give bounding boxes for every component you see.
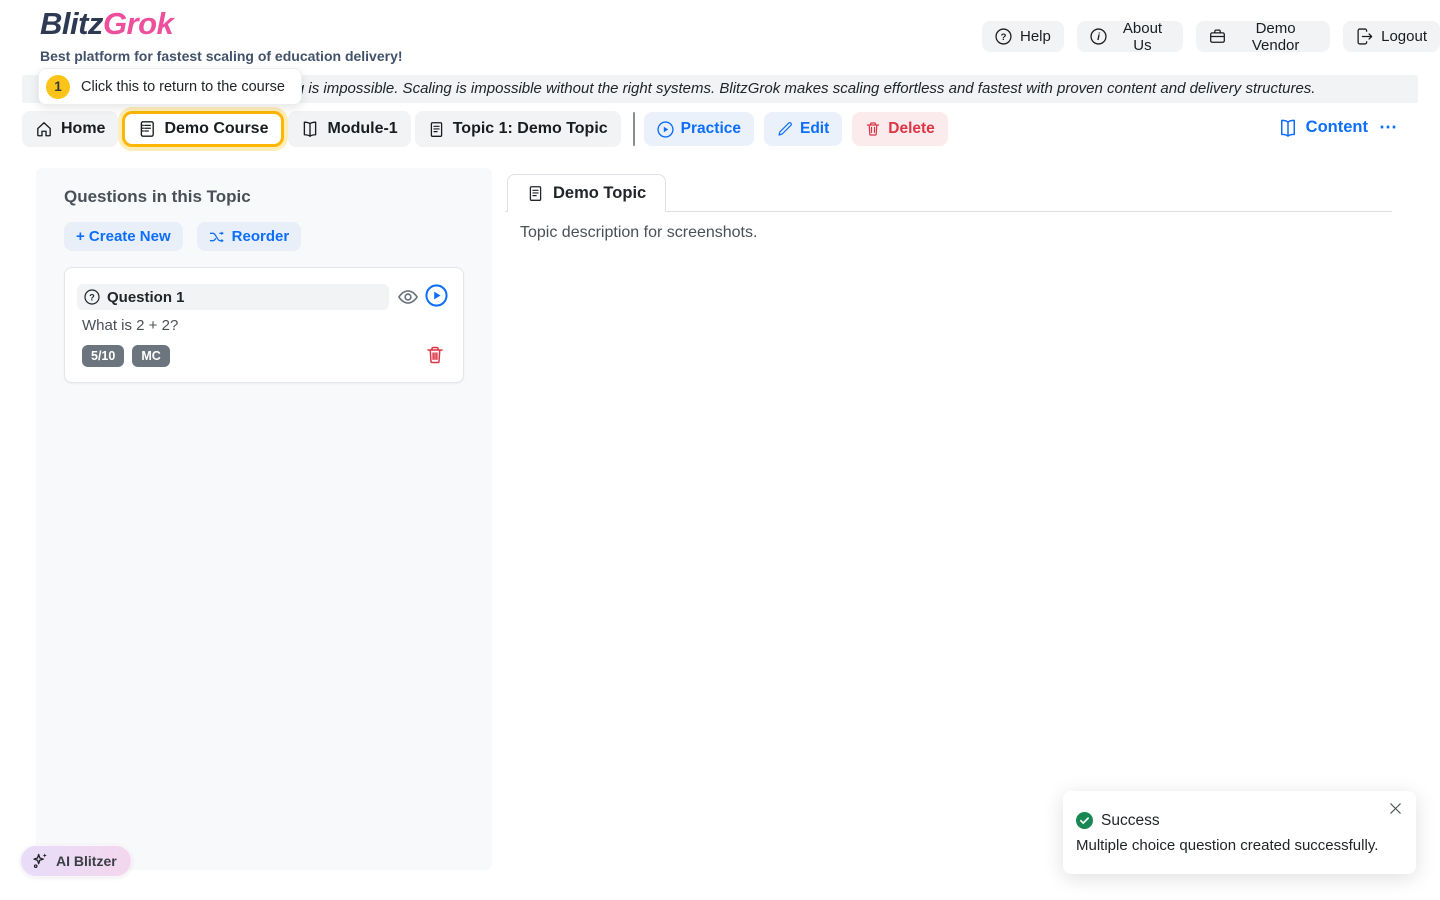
toast-title: Success: [1101, 812, 1160, 830]
brand-logo: BlitzGrok: [40, 6, 173, 42]
breadcrumb-home[interactable]: Home: [22, 111, 118, 147]
brand-tagline: Best platform for fastest scaling of edu…: [40, 48, 403, 64]
tab-demo-topic[interactable]: Demo Topic: [507, 174, 666, 212]
reorder-button[interactable]: Reorder: [197, 222, 302, 251]
questions-panel: Questions in this Topic + Create New Reo…: [36, 168, 492, 870]
onboarding-tooltip: 1 Click this to return to the course: [38, 68, 302, 105]
delete-question-button[interactable]: [425, 345, 445, 368]
file-text-icon: [428, 121, 445, 138]
question-circle-icon: ?: [84, 289, 100, 305]
reorder-label: Reorder: [232, 228, 290, 245]
breadcrumb-course-label: Demo Course: [164, 120, 268, 138]
questions-panel-actions: + Create New Reorder: [64, 222, 301, 251]
topic-description: Topic description for screenshots.: [520, 224, 757, 242]
check-circle-icon: [1076, 812, 1093, 829]
pencil-icon: [777, 121, 793, 137]
preview-question-button[interactable]: [397, 286, 419, 311]
edit-label: Edit: [800, 120, 829, 138]
ai-blitzer-label: AI Blitzer: [56, 853, 117, 869]
content-label: Content: [1306, 118, 1368, 137]
top-navigation: ? Help i About Us Demo Vendor Logout: [982, 21, 1440, 52]
logout-label: Logout: [1381, 28, 1427, 45]
home-icon: [35, 120, 53, 138]
question-points-badge: 5/10: [82, 345, 124, 367]
help-label: Help: [1020, 28, 1051, 45]
journal-icon: [138, 120, 156, 138]
create-new-button[interactable]: + Create New: [64, 222, 183, 251]
play-circle-icon: [425, 284, 448, 307]
practice-label: Practice: [681, 120, 741, 138]
question-circle-icon: ?: [995, 28, 1012, 45]
shuffle-icon: [209, 229, 225, 245]
toast-message: Multiple choice question created success…: [1076, 837, 1378, 854]
about-us-label: About Us: [1115, 20, 1170, 54]
breadcrumb-topic[interactable]: Topic 1: Demo Topic: [415, 111, 621, 147]
trash-icon: [865, 121, 881, 137]
about-us-button[interactable]: i About Us: [1077, 21, 1183, 52]
ai-blitzer-button[interactable]: AI Blitzer: [20, 845, 132, 877]
demo-vendor-button[interactable]: Demo Vendor: [1196, 21, 1330, 52]
trash-icon: [425, 345, 445, 365]
question-title: Question 1: [107, 289, 185, 306]
delete-button[interactable]: Delete: [852, 112, 948, 146]
book-open-icon: [1278, 118, 1298, 138]
play-question-button[interactable]: [425, 284, 448, 310]
questions-panel-title: Questions in this Topic: [64, 187, 251, 207]
practice-button[interactable]: Practice: [644, 112, 754, 146]
breadcrumb: Home Demo Course Module-1 Topic 1: Demo …: [22, 111, 958, 147]
toolbar-divider: [633, 112, 635, 146]
content-menu-button[interactable]: Content ⋯: [1278, 117, 1398, 138]
success-toast: Success Multiple choice question created…: [1063, 791, 1416, 874]
demo-vendor-label: Demo Vendor: [1234, 20, 1317, 54]
breadcrumb-topic-label: Topic 1: Demo Topic: [453, 120, 608, 138]
question-badges: 5/10 MC: [82, 345, 170, 367]
more-options-icon[interactable]: ⋯: [1379, 117, 1398, 138]
tab-demo-topic-label: Demo Topic: [553, 184, 646, 203]
brand-logo-secondary: Grok: [103, 6, 173, 41]
breadcrumb-course[interactable]: Demo Course: [122, 111, 284, 147]
tooltip-text: Click this to return to the course: [81, 79, 285, 95]
breadcrumb-module-label: Module-1: [327, 120, 397, 138]
eye-icon: [397, 286, 419, 308]
tooltip-step-badge: 1: [46, 75, 70, 99]
close-icon: [1388, 801, 1403, 816]
play-circle-icon: [657, 121, 674, 138]
question-card[interactable]: ? Question 1 What is 2 + 2? 5/10 MC: [64, 267, 464, 383]
brand-logo-primary: Blitz: [40, 6, 103, 41]
question-type-badge: MC: [132, 345, 169, 367]
toast-close-button[interactable]: [1388, 801, 1403, 819]
edit-button[interactable]: Edit: [764, 112, 842, 146]
breadcrumb-home-label: Home: [61, 120, 105, 138]
sparkles-icon: [31, 852, 49, 870]
create-new-label: + Create New: [76, 228, 171, 245]
logout-button[interactable]: Logout: [1343, 21, 1440, 52]
book-icon: [301, 120, 319, 138]
breadcrumb-module[interactable]: Module-1: [288, 111, 410, 147]
file-text-icon: [527, 185, 544, 202]
help-button[interactable]: ? Help: [982, 21, 1064, 52]
announcement-text: Scaling is impossible. Scaling is imposs…: [255, 80, 1315, 97]
logout-icon: [1356, 28, 1373, 45]
question-card-header: ? Question 1: [77, 284, 389, 310]
delete-label: Delete: [888, 120, 935, 138]
info-circle-icon: i: [1090, 28, 1107, 45]
svg-text:?: ?: [89, 292, 95, 302]
question-text: What is 2 + 2?: [82, 317, 178, 334]
briefcase-icon: [1209, 28, 1226, 45]
svg-text:?: ?: [1001, 32, 1007, 43]
svg-text:i: i: [1097, 32, 1100, 43]
